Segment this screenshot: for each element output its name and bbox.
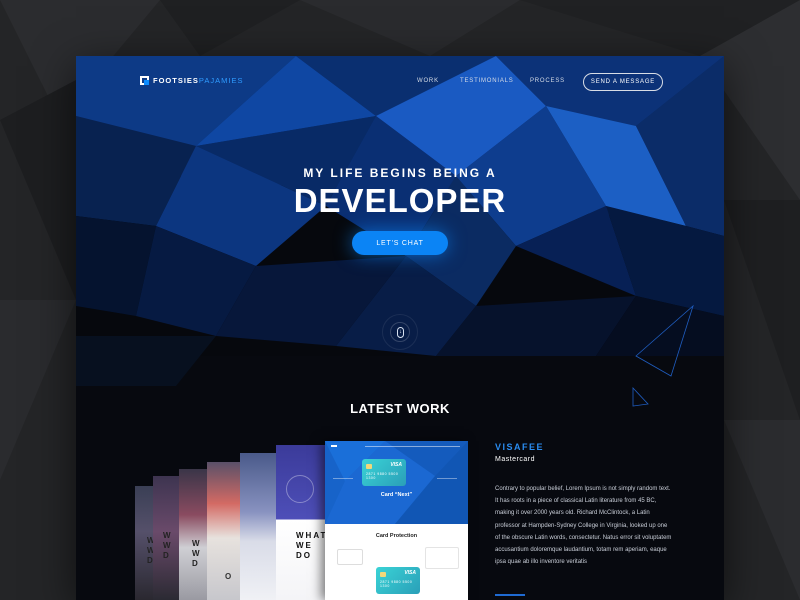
send-message-button[interactable]: SEND A MESSAGE bbox=[583, 73, 663, 91]
scroll-mouse-icon: ↓ bbox=[397, 327, 404, 338]
card-headline: WWD bbox=[192, 539, 202, 568]
work-preview-card-5[interactable] bbox=[240, 453, 280, 600]
scroll-down-button[interactable]: ↓ bbox=[382, 314, 418, 350]
work-preview-card-4[interactable]: O bbox=[207, 462, 244, 600]
main-card-side-text bbox=[437, 478, 457, 479]
card-headline: O bbox=[225, 572, 234, 581]
card-chip-icon bbox=[380, 572, 386, 577]
logo-text: FOOTSIESPAJAMIES bbox=[153, 76, 244, 85]
landing-page-frame: FOOTSIESPAJAMIES WORK TESTIMONIALS PROCE… bbox=[76, 56, 724, 600]
main-card-side-text bbox=[333, 478, 353, 479]
top-navigation: FOOTSIESPAJAMIES WORK TESTIMONIALS PROCE… bbox=[76, 56, 724, 108]
logo-mark-icon bbox=[140, 76, 149, 85]
arrow-down-icon: ↓ bbox=[399, 329, 402, 335]
main-card-info-box bbox=[425, 547, 459, 569]
lets-chat-button[interactable]: LET'S CHAT bbox=[352, 231, 448, 255]
project-description: Contrary to popular belief, Lorem Ipsum … bbox=[495, 486, 672, 566]
main-card-logo bbox=[331, 445, 337, 447]
card-headline: WWD bbox=[163, 531, 173, 560]
project-name: VISAFEE bbox=[495, 442, 545, 452]
hero-subtitle: MY LIFE BEGINS BEING A bbox=[303, 166, 497, 180]
main-card-info-box bbox=[337, 549, 363, 565]
card-protection-title: Card Protection bbox=[375, 533, 418, 539]
project-subtitle: Mastercard bbox=[495, 456, 536, 463]
visa-card-top: VISA 2871 9880 5500 1300 bbox=[362, 459, 406, 486]
nav-link-process[interactable]: PROCESS bbox=[530, 78, 565, 84]
nav-link-testimonials[interactable]: TESTIMONIALS bbox=[460, 78, 514, 84]
card-illustration bbox=[286, 475, 314, 503]
project-accent-bar bbox=[495, 594, 525, 596]
work-preview-card-main[interactable]: VISA 2871 9880 5500 1300 Card “Next” Car… bbox=[325, 441, 468, 600]
main-card-title: Card “Next” bbox=[380, 492, 413, 498]
latest-work-title: LATEST WORK bbox=[350, 401, 450, 416]
scroll-ring: ↓ bbox=[390, 322, 410, 342]
main-card-hero: VISA 2871 9880 5500 1300 Card “Next” bbox=[325, 441, 468, 524]
hero-title: DEVELOPER bbox=[293, 182, 507, 219]
card-headline: WHAT WE DO bbox=[296, 531, 326, 560]
nav-link-work[interactable]: WORK bbox=[417, 78, 439, 84]
visa-card-bottom: VISA 2871 9880 5500 1300 bbox=[376, 567, 420, 594]
logo[interactable]: FOOTSIESPAJAMIES bbox=[140, 76, 243, 85]
main-card-nav bbox=[365, 446, 460, 447]
work-preview-card-6[interactable]: WHAT WE DO bbox=[276, 445, 326, 600]
card-chip-icon bbox=[366, 464, 372, 469]
